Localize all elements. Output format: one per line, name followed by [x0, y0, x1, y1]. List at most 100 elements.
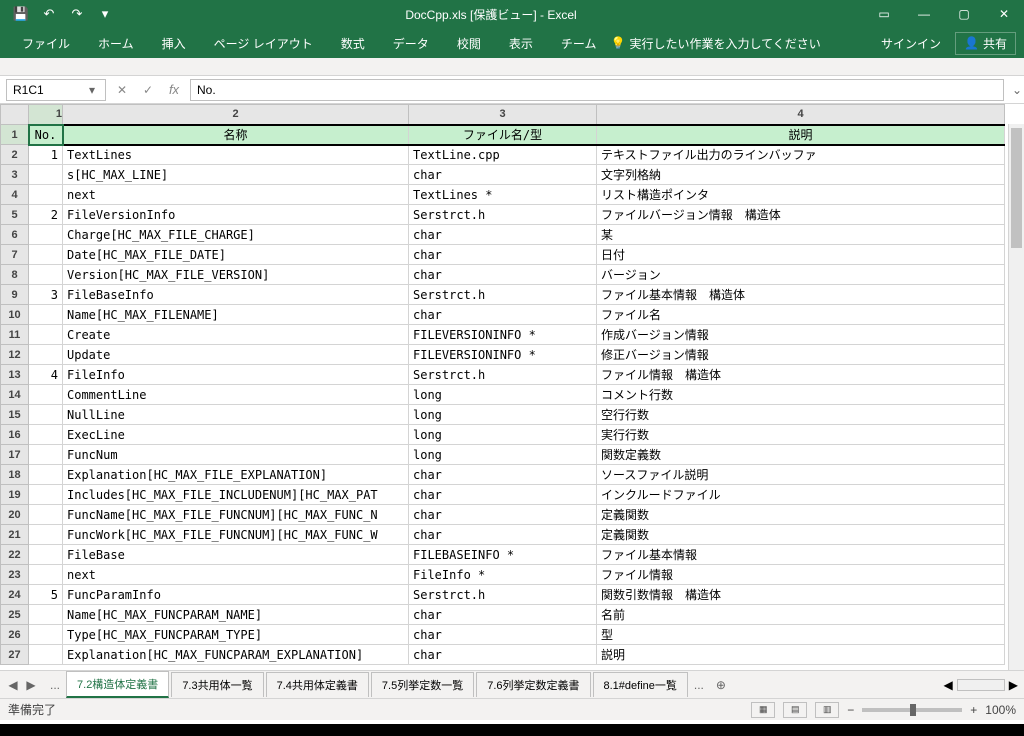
cell[interactable]: ファイル名/型: [409, 125, 597, 145]
cell[interactable]: 定義関数: [597, 525, 1005, 545]
cell[interactable]: Explanation[HC_MAX_FILE_EXPLANATION]: [63, 465, 409, 485]
cell[interactable]: ファイル情報: [597, 565, 1005, 585]
row-header[interactable]: 8: [1, 265, 29, 285]
row-header[interactable]: 25: [1, 605, 29, 625]
tab-review[interactable]: 校閲: [443, 28, 495, 58]
sheet-tab[interactable]: 7.4共用体定義書: [266, 672, 369, 697]
sheet-tab[interactable]: 7.2構造体定義書: [66, 671, 169, 698]
cell[interactable]: next: [63, 565, 409, 585]
save-button[interactable]: 💾: [8, 2, 34, 26]
ribbon-options-button[interactable]: ▭: [864, 0, 904, 28]
cell[interactable]: FuncWork[HC_MAX_FILE_FUNCNUM][HC_MAX_FUN…: [63, 525, 409, 545]
row-header[interactable]: 4: [1, 185, 29, 205]
cell[interactable]: [29, 165, 63, 185]
cell[interactable]: 4: [29, 365, 63, 385]
cell[interactable]: char: [409, 485, 597, 505]
redo-button[interactable]: ↷: [64, 2, 90, 26]
row-header[interactable]: 5: [1, 205, 29, 225]
row-header[interactable]: 13: [1, 365, 29, 385]
cell[interactable]: 作成バージョン情報: [597, 325, 1005, 345]
cell[interactable]: 2: [29, 205, 63, 225]
sheet-overflow-left[interactable]: ...: [46, 678, 64, 692]
vertical-scrollbar[interactable]: [1008, 124, 1024, 670]
cell[interactable]: char: [409, 625, 597, 645]
worksheet-grid[interactable]: 1 2 3 4 1 No. 名称 ファイル名/型 説明 21TextLinesT…: [0, 104, 1024, 670]
cell[interactable]: ExecLine: [63, 425, 409, 445]
cell[interactable]: Includes[HC_MAX_FILE_INCLUDENUM][HC_MAX_…: [63, 485, 409, 505]
cell[interactable]: リスト構造ポインタ: [597, 185, 1005, 205]
cell[interactable]: char: [409, 165, 597, 185]
zoom-in-button[interactable]: +: [970, 703, 977, 717]
cell[interactable]: long: [409, 385, 597, 405]
cell[interactable]: char: [409, 645, 597, 665]
cell[interactable]: 関数定義数: [597, 445, 1005, 465]
cell[interactable]: 関数引数情報 構造体: [597, 585, 1005, 605]
cell[interactable]: 実行行数: [597, 425, 1005, 445]
cell[interactable]: long: [409, 405, 597, 425]
row-header[interactable]: 1: [1, 125, 29, 145]
cell[interactable]: char: [409, 605, 597, 625]
formula-expand-icon[interactable]: ⌄: [1010, 83, 1024, 97]
row-header[interactable]: 6: [1, 225, 29, 245]
cell[interactable]: Serstrct.h: [409, 365, 597, 385]
hscroll-right-icon[interactable]: ▶: [1009, 678, 1018, 692]
tab-home[interactable]: ホーム: [84, 28, 148, 58]
sheet-tab[interactable]: 7.5列挙定数一覧: [371, 672, 474, 697]
cell[interactable]: s[HC_MAX_LINE]: [63, 165, 409, 185]
cell[interactable]: char: [409, 525, 597, 545]
close-button[interactable]: ✕: [984, 0, 1024, 28]
cell[interactable]: [29, 345, 63, 365]
column-header[interactable]: 1: [29, 105, 63, 125]
row-header[interactable]: 20: [1, 505, 29, 525]
cell[interactable]: [29, 625, 63, 645]
zoom-thumb[interactable]: [910, 704, 916, 716]
cell[interactable]: next: [63, 185, 409, 205]
cell[interactable]: ソースファイル説明: [597, 465, 1005, 485]
cell[interactable]: FuncParamInfo: [63, 585, 409, 605]
chevron-down-icon[interactable]: ▾: [85, 83, 99, 97]
tab-layout[interactable]: ページ レイアウト: [200, 28, 327, 58]
select-all-corner[interactable]: [1, 105, 29, 125]
cell[interactable]: char: [409, 265, 597, 285]
zoom-out-button[interactable]: −: [847, 703, 854, 717]
page-break-button[interactable]: ▥: [815, 702, 839, 718]
cell[interactable]: CommentLine: [63, 385, 409, 405]
cell[interactable]: [29, 445, 63, 465]
column-header[interactable]: 2: [63, 105, 409, 125]
cell[interactable]: char: [409, 245, 597, 265]
normal-view-button[interactable]: ▦: [751, 702, 775, 718]
cell[interactable]: [29, 545, 63, 565]
cell[interactable]: NullLine: [63, 405, 409, 425]
cell[interactable]: テキストファイル出力のラインバッファ: [597, 145, 1005, 165]
cell[interactable]: [29, 185, 63, 205]
cell[interactable]: 説明: [597, 125, 1005, 145]
signin-link[interactable]: サインイン: [881, 35, 941, 52]
cell[interactable]: [29, 325, 63, 345]
cell[interactable]: FileInfo *: [409, 565, 597, 585]
cell[interactable]: char: [409, 225, 597, 245]
cell[interactable]: 日付: [597, 245, 1005, 265]
cell[interactable]: long: [409, 445, 597, 465]
cell[interactable]: [29, 225, 63, 245]
cell[interactable]: 3: [29, 285, 63, 305]
cell[interactable]: [29, 485, 63, 505]
cell[interactable]: 定義関数: [597, 505, 1005, 525]
name-box[interactable]: R1C1 ▾: [6, 79, 106, 101]
cell[interactable]: Version[HC_MAX_FILE_VERSION]: [63, 265, 409, 285]
insert-function-button[interactable]: fx: [162, 79, 186, 101]
scrollbar-thumb[interactable]: [1011, 128, 1022, 248]
hscroll-left-icon[interactable]: ◀: [944, 678, 953, 692]
cell[interactable]: Name[HC_MAX_FUNCPARAM_NAME]: [63, 605, 409, 625]
sheet-tab[interactable]: 7.6列挙定数定義書: [476, 672, 590, 697]
row-header[interactable]: 15: [1, 405, 29, 425]
formula-input[interactable]: No.: [190, 79, 1004, 101]
tab-insert[interactable]: 挿入: [148, 28, 200, 58]
cell[interactable]: [29, 465, 63, 485]
cell[interactable]: 空行行数: [597, 405, 1005, 425]
tell-me-box[interactable]: 💡 実行したい作業を入力してください: [610, 35, 820, 52]
row-header[interactable]: 23: [1, 565, 29, 585]
cell[interactable]: ファイル基本情報: [597, 545, 1005, 565]
cell[interactable]: Serstrct.h: [409, 205, 597, 225]
horizontal-scrollbar[interactable]: [957, 679, 1005, 691]
cell[interactable]: long: [409, 425, 597, 445]
